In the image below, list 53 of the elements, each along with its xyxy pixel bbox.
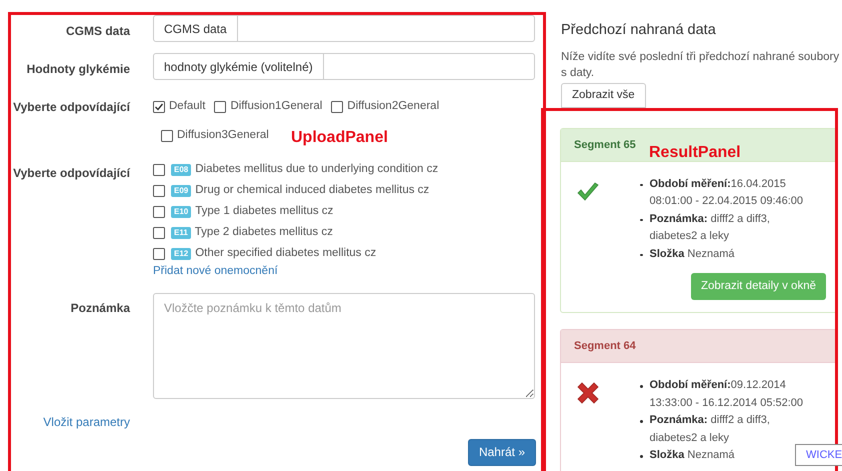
- option-label: Drug or chemical induced diabetes mellitus cz: [195, 182, 430, 198]
- checkbox[interactable]: [161, 130, 173, 142]
- detail-text: Poznámka: difff2 a diff3, diabetes2 a leky: [650, 413, 771, 446]
- option-label: Type 1 diabetes mellitus cz: [195, 204, 334, 219]
- bullet-icon: [640, 385, 642, 388]
- file-field[interactable]: CGMS data: [153, 15, 535, 42]
- code-badge: E09: [171, 184, 192, 196]
- description-text: Níže vidíte své poslední tři předchozí nahrané soubory s daty.: [561, 50, 840, 81]
- option-label: Other specified diabetes mellitus cz: [195, 246, 376, 261]
- option-label: Default: [169, 99, 206, 114]
- field-label: Poznámka: [70, 300, 130, 317]
- field-label: Vyberte odpovídající: [12, 164, 130, 182]
- field-label: Vyberte odpovídající: [12, 99, 130, 116]
- checkbox[interactable]: [153, 184, 165, 196]
- show-all-button[interactable]: Zobrazit vše: [561, 82, 646, 108]
- code-badge: E08: [171, 164, 192, 176]
- details-button[interactable]: Zobrazit detaily v okně: [690, 273, 826, 300]
- segment-title: Segment 65: [574, 138, 636, 152]
- code-badge: E10: [171, 206, 192, 218]
- add-disease-link[interactable]: Přidat nové onemocnění: [153, 262, 535, 280]
- detail-text: Složka Neznamá: [650, 246, 734, 262]
- file-field[interactable]: hodnoty glykémie (volitelné): [153, 53, 535, 80]
- detail-text: Složka Neznamá: [650, 448, 734, 464]
- checkbox[interactable]: [153, 164, 165, 176]
- checkbox[interactable]: [153, 206, 165, 218]
- bullet-icon: [640, 218, 642, 222]
- bullet-icon: [640, 455, 642, 458]
- bullet-icon: [640, 420, 642, 423]
- option-label: Diffusion2General: [347, 99, 440, 114]
- debug-tag: WICKE: [795, 444, 842, 466]
- field-label: Hodnoty glykémie: [26, 61, 130, 78]
- parameters-link[interactable]: Vložit parametry: [11, 412, 130, 431]
- option-label: Diffusion1General: [230, 99, 322, 114]
- field-label: CGMS data: [64, 23, 130, 40]
- bullet-icon: [640, 184, 642, 186]
- option-label: Type 2 diabetes mellitus cz: [194, 224, 333, 240]
- code-badge: E11: [171, 226, 191, 238]
- code-badge: E12: [171, 248, 192, 260]
- segment-title: Segment 64: [574, 339, 636, 354]
- bullet-icon: [640, 254, 642, 256]
- detail-text: Poznámka: difff2 a diff3, diabetes2 a leky: [650, 212, 771, 244]
- checkbox[interactable]: [153, 248, 165, 260]
- checkbox[interactable]: [331, 100, 344, 113]
- checkbox[interactable]: [214, 100, 226, 113]
- note-field[interactable]: Vložčte poznámku k těmto datům: [153, 292, 535, 399]
- annotation-label: ResultPanel: [649, 142, 741, 163]
- section-title: Předchozí nahraná data: [561, 21, 717, 40]
- upload-button[interactable]: Nahrát »: [468, 438, 536, 466]
- option-label: Diffusion3General: [177, 128, 269, 144]
- option-label: Diabetes mellitus due to underlying condition cz: [195, 162, 438, 177]
- annotation-label: UploadPanel: [291, 128, 388, 148]
- checkbox[interactable]: [153, 100, 165, 113]
- checkbox[interactable]: [153, 226, 165, 238]
